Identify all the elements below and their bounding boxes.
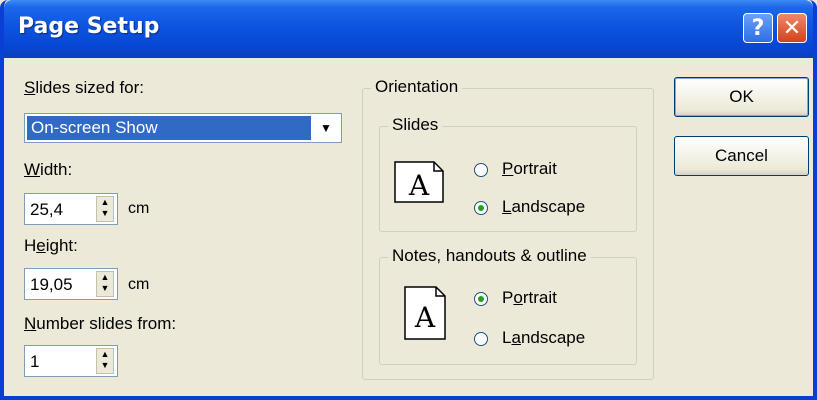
number-slides-from-value: 1 xyxy=(30,352,40,371)
height-spin-arrows-icon[interactable]: ▲ ▼ xyxy=(96,271,114,297)
slides-group-title: Slides xyxy=(388,115,443,135)
dialog-title: Page Setup xyxy=(18,14,160,39)
slides-orientation-group: Slides A Portrait Landscape xyxy=(379,115,637,232)
close-icon: ✕ xyxy=(782,15,802,41)
ok-button[interactable]: OK xyxy=(674,77,809,117)
portrait-page-letter: A xyxy=(414,301,436,334)
notes-portrait-radio[interactable] xyxy=(474,292,488,306)
width-spinner[interactable]: 25,4 ▲ ▼ xyxy=(24,193,118,225)
width-unit: cm xyxy=(128,200,150,217)
close-button[interactable]: ✕ xyxy=(777,13,807,43)
notes-group-title: Notes, handouts & outline xyxy=(388,246,591,266)
orientation-title: Orientation xyxy=(371,77,463,97)
slides-sized-for-label: Slides sized for: xyxy=(24,78,145,97)
notes-landscape-radio[interactable] xyxy=(474,332,488,346)
notes-portrait-label[interactable]: Portrait xyxy=(502,288,557,308)
orientation-group: Orientation Slides A Portrait Landscape … xyxy=(362,77,654,380)
landscape-page-letter: A xyxy=(408,169,430,202)
title-bar[interactable]: Page Setup ? ✕ xyxy=(4,0,813,58)
help-icon: ? xyxy=(751,15,765,41)
number-slides-from-spinner[interactable]: 1 ▲ ▼ xyxy=(24,345,118,377)
landscape-page-icon: A xyxy=(394,161,444,203)
width-label: Width: xyxy=(24,160,73,179)
height-unit: cm xyxy=(128,276,150,293)
page-setup-dialog: Page Setup ? ✕ Slides sized for: On-scre… xyxy=(0,0,817,400)
notes-landscape-label[interactable]: Landscape xyxy=(502,328,585,348)
cancel-button[interactable]: Cancel xyxy=(674,136,809,176)
number-spin-arrows-icon[interactable]: ▲ ▼ xyxy=(96,348,114,374)
height-label: Height: xyxy=(24,236,78,255)
slides-sized-for-value: On-screen Show xyxy=(27,116,311,140)
notes-orientation-group: Notes, handouts & outline A Portrait Lan… xyxy=(379,246,637,365)
height-value: 19,05 xyxy=(30,275,73,294)
slides-portrait-label[interactable]: Portrait xyxy=(502,159,557,179)
height-spinner[interactable]: 19,05 ▲ ▼ xyxy=(24,268,118,300)
slides-portrait-radio[interactable] xyxy=(474,163,488,177)
width-value: 25,4 xyxy=(30,200,64,219)
slides-sized-for-select[interactable]: On-screen Show ▼ xyxy=(24,113,342,143)
chevron-down-icon[interactable]: ▼ xyxy=(313,116,339,140)
help-button[interactable]: ? xyxy=(743,13,773,43)
slides-landscape-label[interactable]: Landscape xyxy=(502,197,585,217)
slides-landscape-radio[interactable] xyxy=(474,201,488,215)
portrait-page-icon: A xyxy=(404,286,446,340)
number-slides-from-label: Number slides from: xyxy=(24,314,177,333)
width-spin-arrows-icon[interactable]: ▲ ▼ xyxy=(96,196,114,222)
